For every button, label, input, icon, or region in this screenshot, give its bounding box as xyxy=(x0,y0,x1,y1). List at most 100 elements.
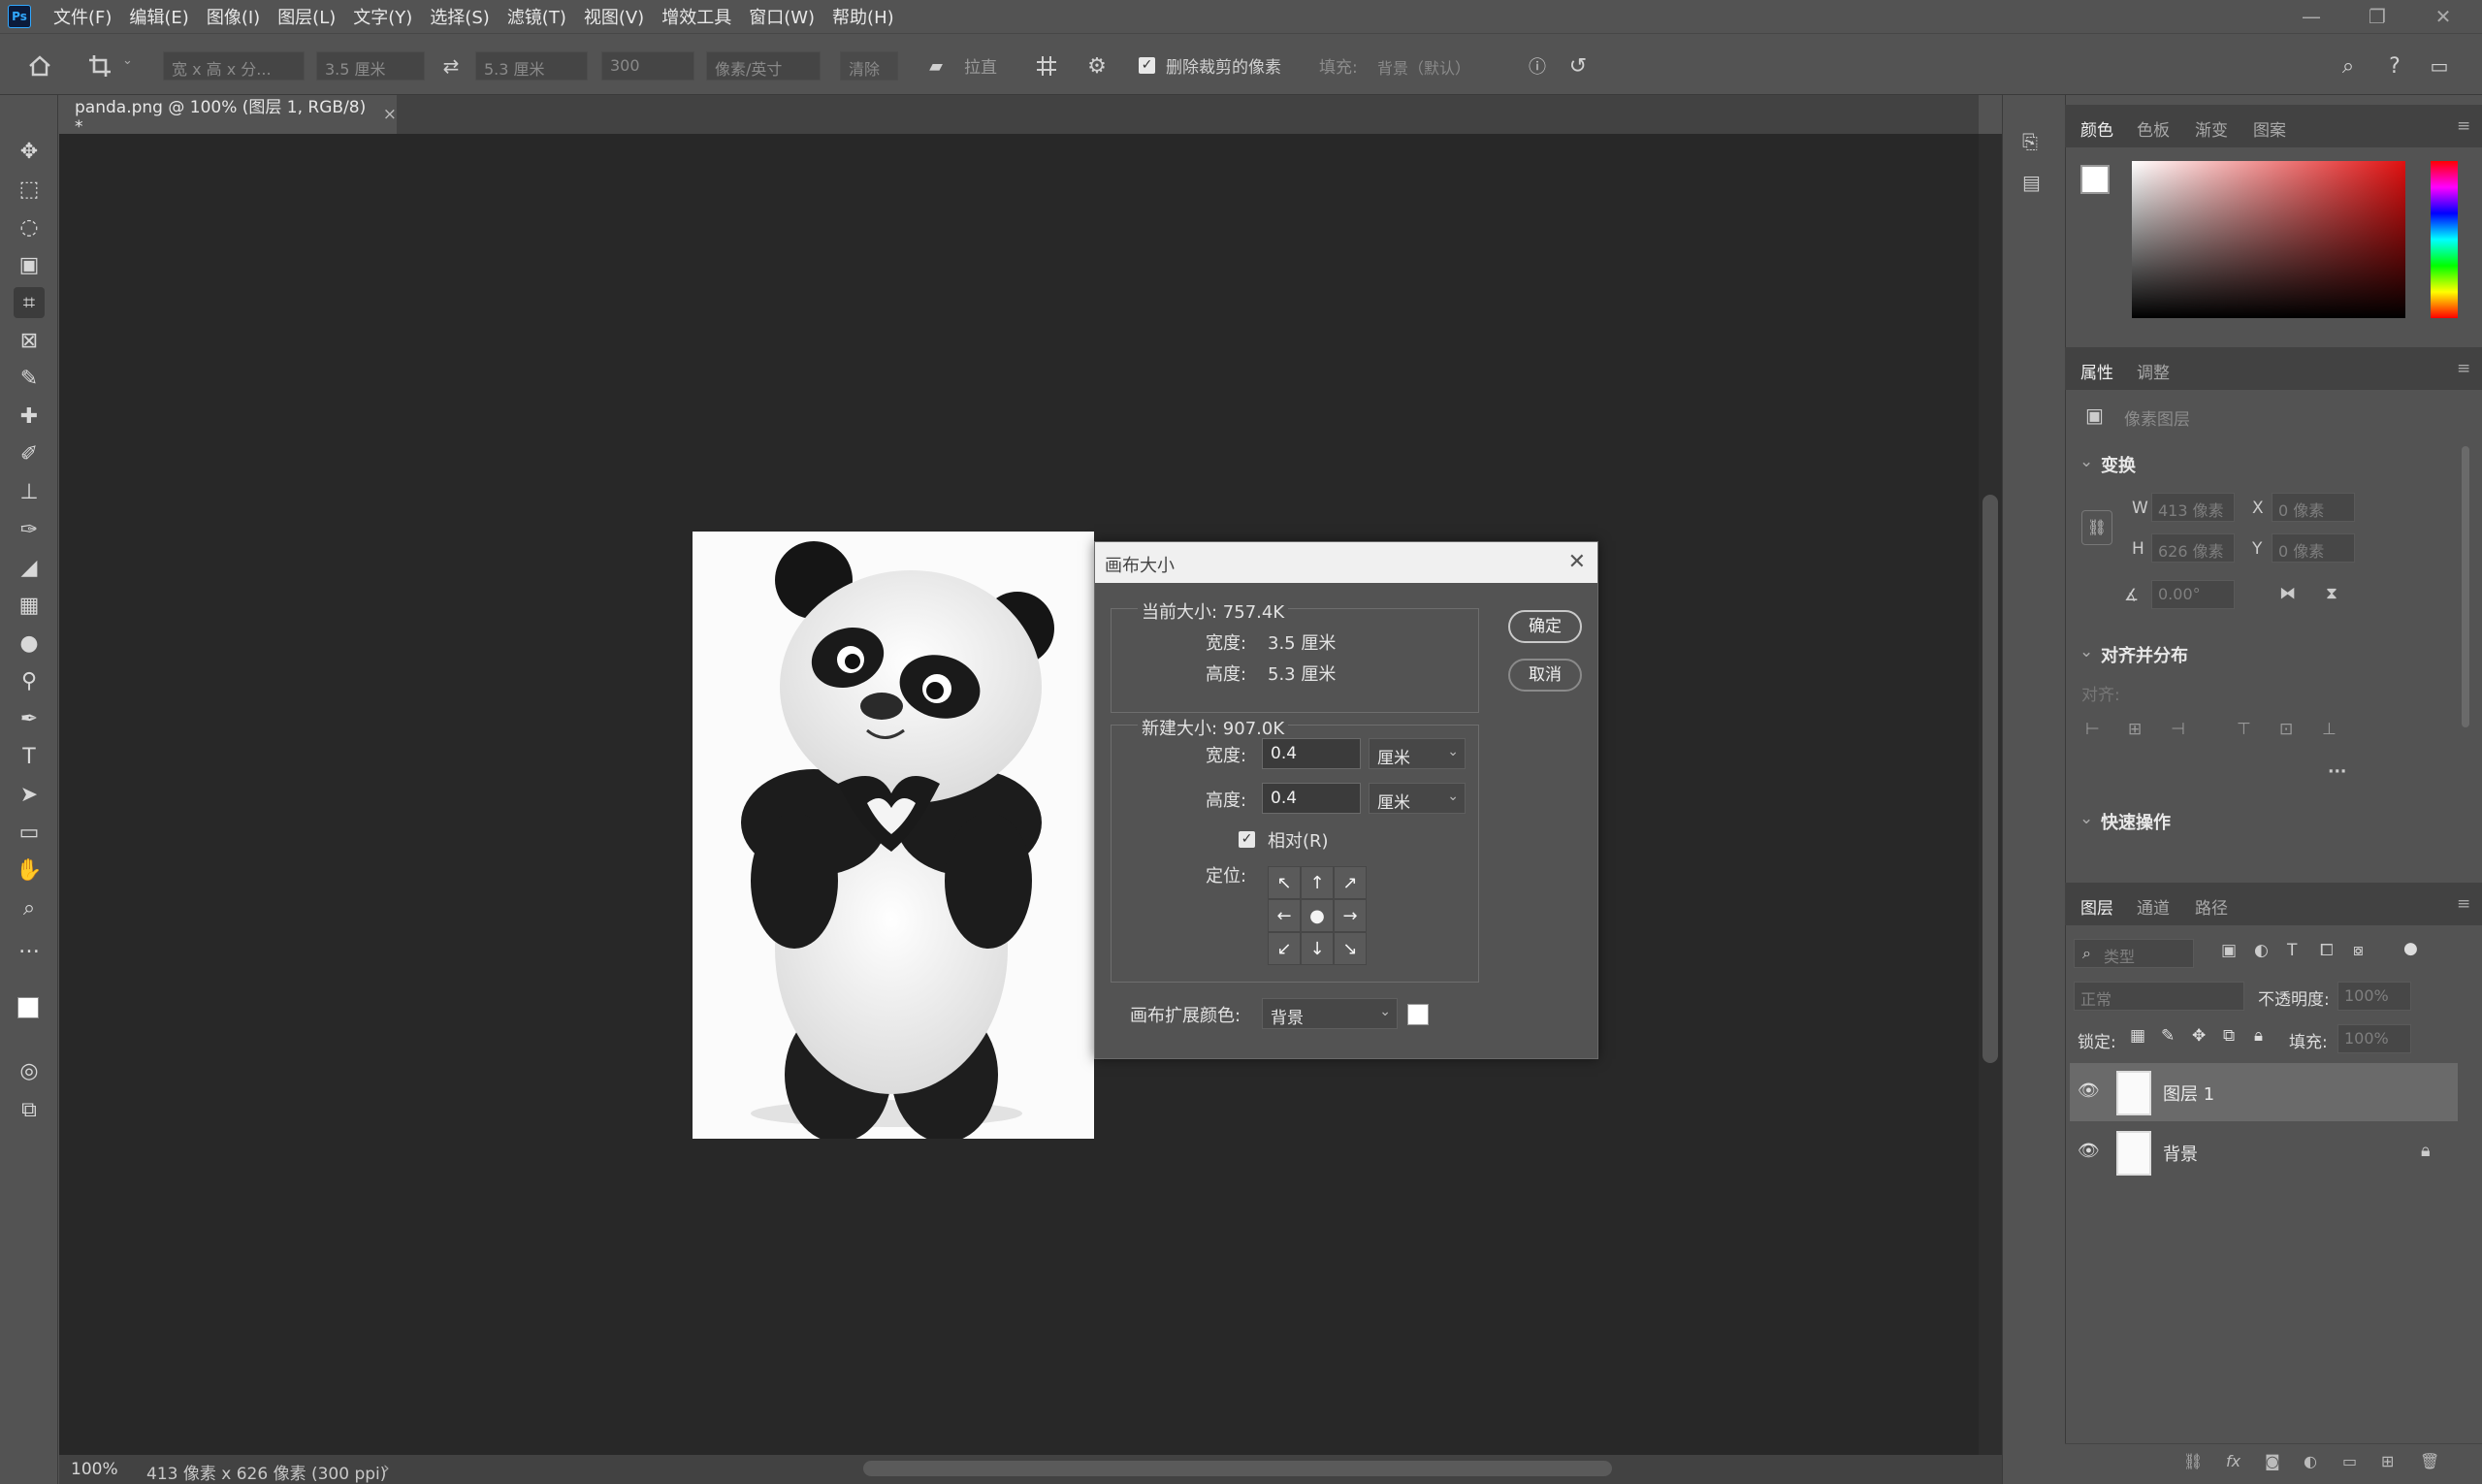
foreground-color-swatch[interactable] xyxy=(17,997,39,1018)
tab-gradients[interactable]: 渐变 xyxy=(2195,116,2228,141)
object-select-tool-icon[interactable]: ▣ xyxy=(14,249,45,280)
history-panel-icon[interactable]: ⎘ xyxy=(2022,130,2038,153)
y-input[interactable]: 0 像素 xyxy=(2272,533,2355,563)
brush-tool-icon[interactable]: ✐ xyxy=(14,438,45,469)
tab-channels[interactable]: 通道 xyxy=(2137,894,2170,919)
reset-icon[interactable]: ↺ xyxy=(1562,49,1595,82)
visibility-eye-icon[interactable]: 👁︎ xyxy=(2078,1081,2100,1101)
crop-tool-icon[interactable]: ⌗ xyxy=(14,287,45,318)
color-foreground-swatch[interactable] xyxy=(2080,165,2110,194)
color-field[interactable] xyxy=(2132,161,2405,318)
tab-patterns[interactable]: 图案 xyxy=(2253,116,2286,141)
anchor-right[interactable]: → xyxy=(1334,899,1367,932)
link-layers-icon[interactable]: ⛓ xyxy=(2183,1452,2203,1470)
anchor-top[interactable]: ↑ xyxy=(1301,866,1334,899)
align-right-icon[interactable]: ⊣ xyxy=(2171,720,2185,739)
help-icon[interactable]: ? xyxy=(2378,49,2411,82)
layer-name[interactable]: 背景 xyxy=(2163,1141,2198,1166)
fill-select[interactable]: 背景（默认） xyxy=(1370,51,1505,81)
grid-overlay-icon[interactable] xyxy=(1030,49,1063,82)
delete-layer-icon[interactable]: 🗑︎ xyxy=(2420,1452,2439,1470)
align-bottom-icon[interactable]: ⊥ xyxy=(2322,720,2337,739)
ratio-select[interactable]: 宽 x 高 x 分... xyxy=(163,51,305,81)
menu-window[interactable]: 窗口(W) xyxy=(740,4,823,29)
ok-button[interactable]: 确定 xyxy=(1508,610,1582,643)
marquee-tool-icon[interactable]: ⬚ xyxy=(14,174,45,205)
status-arrow-icon[interactable]: › xyxy=(383,1459,390,1478)
dialog-close-icon[interactable]: ✕ xyxy=(1568,550,1586,574)
anchor-bottom-right[interactable]: ↘ xyxy=(1334,932,1367,965)
home-icon[interactable] xyxy=(23,49,56,82)
flip-vertical-icon[interactable]: ⧗ xyxy=(2326,584,2337,603)
info-icon[interactable]: ⓘ xyxy=(1521,49,1554,82)
resolution-input[interactable]: 300 xyxy=(601,51,694,81)
extension-color-select[interactable]: 背景 ⌄ xyxy=(1262,998,1398,1029)
crop-preset-icon[interactable] xyxy=(83,49,116,82)
align-center-h-icon[interactable]: ⊞ xyxy=(2128,720,2142,739)
new-group-icon[interactable]: ▭ xyxy=(2342,1452,2357,1470)
flip-horizontal-icon[interactable]: ⧓ xyxy=(2279,584,2296,603)
chevron-down-icon[interactable]: ⌄ xyxy=(2079,452,2093,471)
adjustment-layer-icon[interactable]: ◐ xyxy=(2304,1452,2317,1470)
chevron-down-icon[interactable]: ⌄ xyxy=(122,53,133,68)
lock-icon[interactable]: 🔒︎ xyxy=(2421,1141,2431,1161)
anchor-top-left[interactable]: ↖ xyxy=(1268,866,1301,899)
tab-paths[interactable]: 路径 xyxy=(2195,894,2228,919)
new-layer-icon[interactable]: ⊞ xyxy=(2381,1452,2394,1470)
swap-icon[interactable]: ⇄ xyxy=(435,49,467,82)
move-tool-icon[interactable]: ✥ xyxy=(14,136,45,167)
frame-tool-icon[interactable]: ⊠ xyxy=(14,325,45,356)
transform-header[interactable]: 变换 xyxy=(2101,452,2136,477)
path-select-tool-icon[interactable]: ➤ xyxy=(14,779,45,810)
menu-help[interactable]: 帮助(H) xyxy=(823,4,903,29)
menu-type[interactable]: 文字(Y) xyxy=(344,4,421,29)
minimize-icon[interactable]: — xyxy=(2278,0,2344,33)
filter-toggle-icon[interactable]: ● xyxy=(2403,939,2418,958)
menu-filter[interactable]: 滤镜(T) xyxy=(499,4,575,29)
lock-position-icon[interactable]: ✥ xyxy=(2192,1026,2206,1046)
straighten-icon[interactable]: ▰ xyxy=(919,49,952,82)
history-brush-tool-icon[interactable]: ✑ xyxy=(14,514,45,545)
layer-row-layer1[interactable]: 👁︎ 图层 1 xyxy=(2070,1063,2458,1121)
quick-mask-icon[interactable]: ◎ xyxy=(14,1055,45,1086)
filter-type-icon[interactable]: T xyxy=(2287,941,2297,960)
layer-name[interactable]: 图层 1 xyxy=(2163,1081,2214,1106)
quick-actions-header[interactable]: 快速操作 xyxy=(2101,809,2171,834)
close-tab-icon[interactable]: × xyxy=(383,105,397,124)
angle-input[interactable]: 0.00° xyxy=(2151,580,2235,609)
align-left-icon[interactable]: ⊢ xyxy=(2085,720,2100,739)
more-options-icon[interactable]: ··· xyxy=(2328,762,2346,782)
crop-width-input[interactable]: 3.5 厘米 xyxy=(316,51,425,81)
type-tool-icon[interactable]: T xyxy=(14,741,45,772)
panel-menu-icon[interactable]: ≡ xyxy=(2457,116,2470,136)
menu-view[interactable]: 视图(V) xyxy=(575,4,653,29)
gradient-tool-icon[interactable]: ▦ xyxy=(14,590,45,621)
filter-smart-icon[interactable]: ⧇ xyxy=(2353,941,2364,960)
dodge-tool-icon[interactable]: ⚲ xyxy=(14,665,45,696)
workspace-icon[interactable]: ▭ xyxy=(2423,49,2456,82)
crop-height-input[interactable]: 5.3 厘米 xyxy=(475,51,588,81)
straighten-label[interactable]: 拉直 xyxy=(964,53,997,78)
lock-artboard-icon[interactable]: ⧉ xyxy=(2223,1026,2235,1046)
menu-plugins[interactable]: 增效工具 xyxy=(653,4,740,29)
eraser-tool-icon[interactable]: ◢ xyxy=(14,552,45,583)
eyedropper-tool-icon[interactable]: ✎ xyxy=(14,363,45,394)
healing-brush-tool-icon[interactable]: ✚ xyxy=(14,401,45,432)
anchor-bottom-left[interactable]: ↙ xyxy=(1268,932,1301,965)
panel-menu-icon[interactable]: ≡ xyxy=(2457,894,2470,914)
vertical-scroll-thumb[interactable] xyxy=(1982,495,1998,1063)
properties-scrollbar[interactable] xyxy=(2462,446,2469,727)
menu-image[interactable]: 图像(I) xyxy=(198,4,269,29)
blend-mode-select[interactable]: 正常 xyxy=(2074,982,2244,1011)
stamp-tool-icon[interactable]: ⊥ xyxy=(14,476,45,507)
resolution-unit-select[interactable]: 像素/英寸 xyxy=(706,51,821,81)
anchor-bottom[interactable]: ↓ xyxy=(1301,932,1334,965)
h-input[interactable]: 626 像素 xyxy=(2151,533,2235,563)
new-height-unit-select[interactable]: 厘米 ⌄ xyxy=(1369,783,1466,814)
lock-all-icon[interactable]: 🔒︎ xyxy=(2254,1026,2263,1046)
more-tools-icon[interactable]: … xyxy=(14,930,45,961)
filter-shape-icon[interactable]: ⧠ xyxy=(2320,941,2334,960)
gear-icon[interactable]: ⚙ xyxy=(1080,49,1113,82)
align-middle-v-icon[interactable]: ⊡ xyxy=(2279,720,2293,739)
layer-search-input[interactable]: ⌕ 类型 xyxy=(2074,939,2194,968)
